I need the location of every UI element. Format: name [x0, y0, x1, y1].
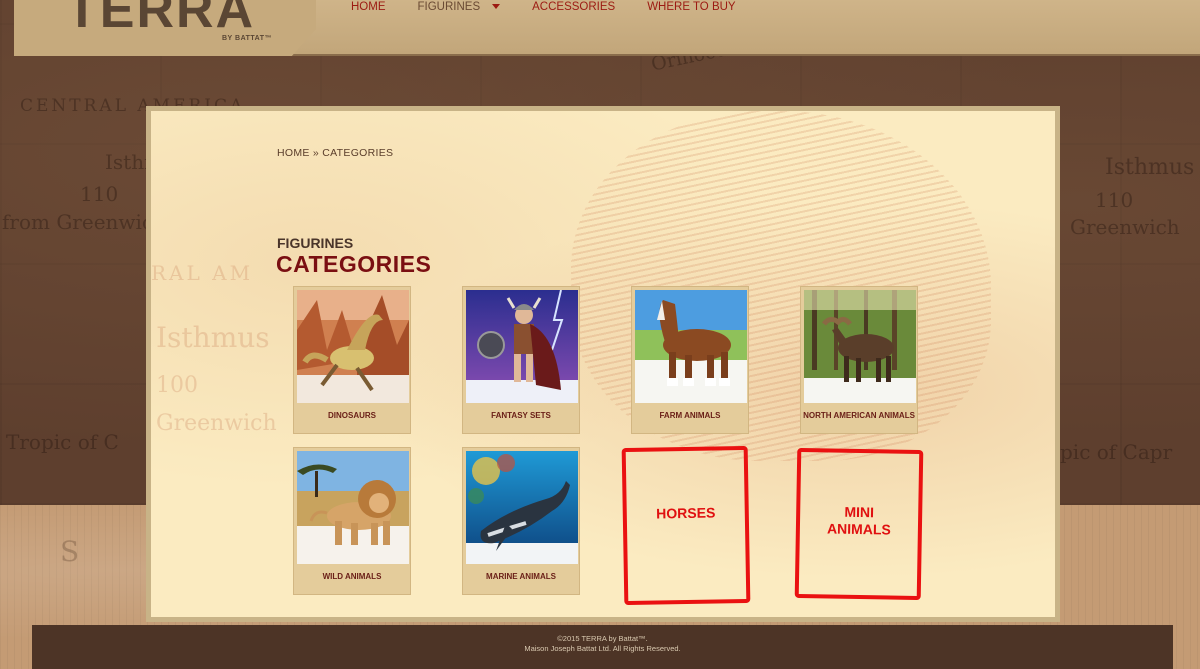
category-label: NORTH AMERICAN ANIMALS	[803, 411, 915, 420]
category-label: WILD ANIMALS	[322, 572, 382, 581]
map-label: from Greenwich	[2, 210, 167, 234]
page-title: CATEGORIES	[276, 251, 432, 277]
logo-wordmark: TERRA	[66, 0, 256, 39]
category-card-farm-animals[interactable]: FARM ANIMALS	[631, 286, 749, 434]
category-card-mini-animals[interactable]: MINI ANIMALS	[794, 447, 924, 601]
map-label: 110	[80, 182, 119, 206]
main-nav: HOME FIGURINES ACCESSORIES WHERE TO BUY	[351, 0, 768, 16]
map-label: RAL AM	[151, 261, 254, 285]
copyright-text: ©2015 TERRA by Battat™.	[557, 634, 648, 643]
map-label: 110	[1095, 188, 1134, 212]
viking-figurine-image	[466, 290, 578, 403]
nav-figurines-label: FIGURINES	[417, 1, 481, 13]
category-card-marine-animals[interactable]: MARINE ANIMALS	[462, 447, 580, 595]
logo-subtitle: BY BATTAT™	[222, 35, 272, 42]
map-label: Isthmus	[1105, 155, 1195, 180]
moose-figurine-image	[804, 290, 916, 403]
map-label: S	[60, 535, 80, 568]
dinosaur-figurine-image	[297, 290, 409, 403]
category-label: HORSES	[656, 504, 716, 522]
category-card-wild-animals[interactable]: WILD ANIMALS	[293, 447, 411, 595]
lion-figurine-image	[297, 451, 409, 564]
nav-where-to-buy[interactable]: WHERE TO BUY	[647, 0, 735, 16]
site-footer: ©2015 TERRA by Battat™. Maison Joseph Ba…	[32, 625, 1173, 669]
map-label: Tropic of C	[6, 430, 119, 454]
page-subtitle: FIGURINES	[277, 235, 354, 251]
category-card-north-american-animals[interactable]: NORTH AMERICAN ANIMALS	[800, 286, 918, 434]
map-label: Greenwich	[1070, 215, 1180, 239]
horse-figurine-image	[635, 290, 747, 403]
category-card-fantasy-sets[interactable]: FANTASY SETS	[462, 286, 580, 434]
category-label: DINOSAURS	[327, 411, 376, 420]
category-card-dinosaurs[interactable]: DINOSAURS	[293, 286, 411, 434]
rights-text: Maison Joseph Battat Ltd. All Rights Res…	[524, 644, 681, 653]
category-label: FARM ANIMALS	[659, 411, 721, 420]
category-card-horses[interactable]: HORSES	[621, 445, 751, 606]
breadcrumb[interactable]: HOME » CATEGORIES	[277, 147, 393, 159]
nav-home[interactable]: HOME	[351, 0, 386, 16]
category-label: MINI ANIMALS	[826, 503, 891, 538]
map-label: Greenwich	[156, 411, 277, 436]
whale-figurine-image	[466, 451, 578, 564]
nav-figurines[interactable]: FIGURINES	[418, 0, 501, 16]
map-label: pic of Capr	[1060, 440, 1173, 464]
category-label: FANTASY SETS	[491, 411, 551, 420]
content-panel: RAL AM Isthmus 100 Greenwich HOME » CATE…	[146, 106, 1060, 622]
category-label: MARINE ANIMALS	[486, 572, 556, 581]
site-logo[interactable]: TERRA BY BATTAT™	[14, 0, 316, 56]
chevron-down-icon[interactable]	[492, 4, 501, 9]
map-label: Isthmus	[156, 321, 270, 354]
map-label: 100	[156, 373, 198, 398]
nav-accessories[interactable]: ACCESSORIES	[532, 0, 615, 16]
